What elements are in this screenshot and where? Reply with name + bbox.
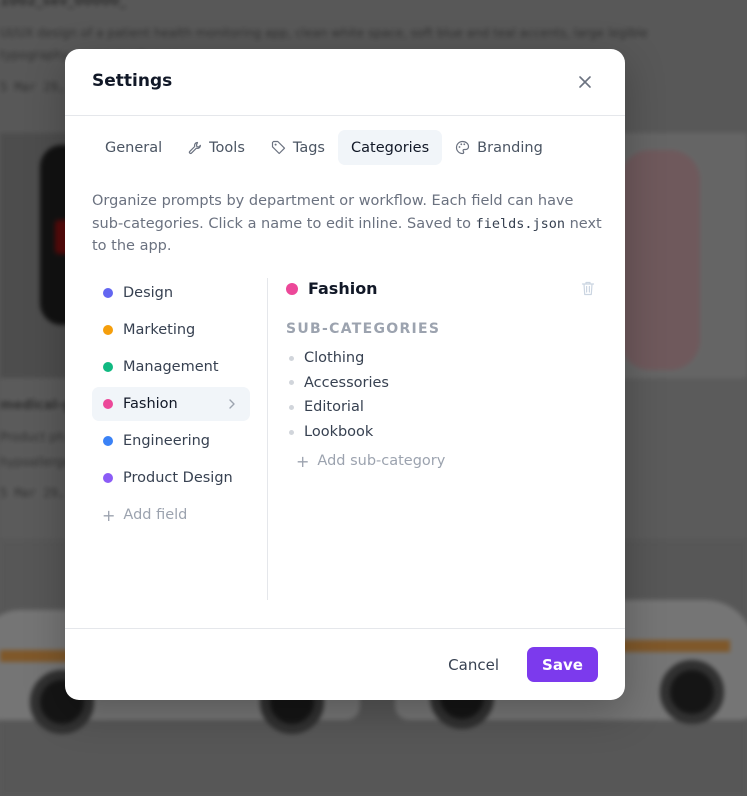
field-label: Marketing xyxy=(123,322,196,338)
tab-branding[interactable]: Branding xyxy=(442,130,556,165)
field-item-management[interactable]: Management xyxy=(92,350,250,384)
field-item-fashion[interactable]: Fashion xyxy=(92,387,250,421)
sub-category-item[interactable]: Clothing xyxy=(286,346,596,371)
field-detail-panel: Fashion SUB-CATEGORIES Clothing Accessor… xyxy=(286,276,596,473)
dialog-title: Settings xyxy=(92,71,173,91)
color-dot[interactable] xyxy=(286,282,298,295)
close-icon xyxy=(579,76,591,88)
tab-tags[interactable]: Tags xyxy=(258,130,338,165)
fields-list: Design Marketing Management Fashion Engi… xyxy=(92,276,250,532)
panel-divider xyxy=(267,278,268,600)
sub-categories-heading: SUB-CATEGORIES xyxy=(286,321,441,337)
sub-category-label: Accessories xyxy=(304,374,389,391)
sub-category-item[interactable]: Accessories xyxy=(286,371,596,396)
add-sub-category-button[interactable]: + Add sub-category xyxy=(286,449,596,473)
field-label: Engineering xyxy=(123,433,210,449)
tab-label: Tags xyxy=(292,139,325,156)
field-item-engineering[interactable]: Engineering xyxy=(92,424,250,458)
chevron-right-icon xyxy=(229,399,235,409)
plus-icon: + xyxy=(102,505,116,525)
tab-label: Tools xyxy=(209,139,245,156)
bullet xyxy=(289,404,294,410)
categories-description: Organize prompts by department or workfl… xyxy=(92,190,602,258)
field-item-marketing[interactable]: Marketing xyxy=(92,313,250,347)
sub-category-label: Lookbook xyxy=(304,424,374,441)
bullet xyxy=(289,355,294,361)
add-field-label: Add field xyxy=(123,507,188,523)
bullet xyxy=(289,380,294,386)
field-label: Fashion xyxy=(123,396,178,412)
save-button[interactable]: Save xyxy=(527,647,598,682)
trash-icon xyxy=(581,281,595,296)
tab-label: General xyxy=(105,139,163,156)
sub-categories-list: Clothing Accessories Editorial Lookbook xyxy=(286,346,596,444)
sub-category-item[interactable]: Editorial xyxy=(286,395,596,420)
field-label: Management xyxy=(123,359,219,375)
color-dot xyxy=(103,288,113,298)
field-label: Product Design xyxy=(123,470,233,486)
plus-icon: + xyxy=(296,451,310,471)
palette-icon xyxy=(456,140,470,155)
bullet xyxy=(289,429,294,435)
field-label: Design xyxy=(123,285,174,301)
sub-category-label: Editorial xyxy=(304,399,364,416)
field-item-design[interactable]: Design xyxy=(92,276,250,310)
field-item-product-design[interactable]: Product Design xyxy=(92,461,250,495)
add-field-button[interactable]: + Add field xyxy=(92,498,250,532)
close-button[interactable] xyxy=(577,74,593,90)
field-detail-header: Fashion xyxy=(286,276,596,301)
settings-tabs: General Tools Tags Categories Branding xyxy=(92,130,556,165)
sub-category-label: Clothing xyxy=(304,350,365,367)
tab-label: Branding xyxy=(477,139,543,156)
delete-field-button[interactable] xyxy=(580,280,596,297)
file-name-code: fields.json xyxy=(475,215,565,232)
color-dot xyxy=(103,436,113,446)
dialog-header: Settings xyxy=(65,49,625,116)
settings-dialog: Settings General Tools Tags Categories B… xyxy=(65,49,625,700)
tab-general[interactable]: General xyxy=(92,130,175,165)
wrench-icon xyxy=(189,141,202,154)
tab-label: Categories xyxy=(351,139,430,156)
tab-categories[interactable]: Categories xyxy=(338,130,443,165)
tag-icon xyxy=(271,140,285,155)
cancel-button[interactable]: Cancel xyxy=(436,647,511,683)
dialog-footer: Cancel Save xyxy=(65,628,625,700)
field-name-editable[interactable]: Fashion xyxy=(308,279,378,298)
color-dot xyxy=(103,399,113,409)
color-dot xyxy=(103,473,113,483)
color-dot xyxy=(103,325,113,335)
tab-tools[interactable]: Tools xyxy=(175,130,258,165)
sub-category-item[interactable]: Lookbook xyxy=(286,420,596,445)
color-dot xyxy=(103,362,113,372)
add-sub-category-label: Add sub-category xyxy=(317,453,446,470)
